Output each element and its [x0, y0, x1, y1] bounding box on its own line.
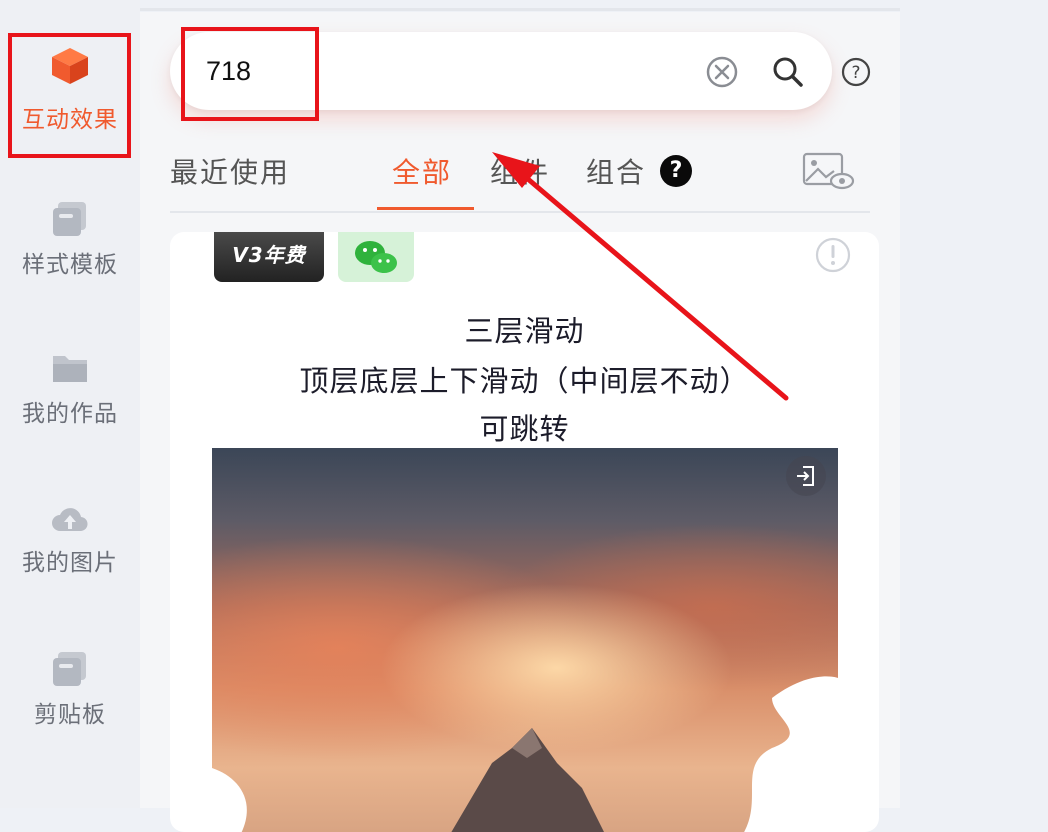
sidebar-item-my-images[interactable]: 我的图片 [0, 493, 140, 613]
enter-icon [797, 466, 814, 486]
sidebar-item-label: 我的图片 [22, 550, 118, 576]
sidebar-item-my-works[interactable]: 我的作品 [0, 344, 140, 464]
sidebar-item-interactive-effects[interactable]: 互动效果 [0, 38, 140, 158]
right-panel [900, 12, 1048, 808]
category-tabs: 最近使用 全部 组件 组合 ? [170, 145, 870, 213]
enter-button[interactable] [786, 456, 826, 496]
magnifier-icon[interactable] [770, 54, 806, 90]
sidebar-item-clipboard[interactable]: 剪贴板 [0, 645, 140, 765]
template-icon [53, 202, 86, 236]
effect-card[interactable]: V3年费 三层滑动 顶层底层上下滑动（中间层不动） 可跳转 [170, 232, 879, 832]
help-circle-icon[interactable]: ? [840, 56, 872, 88]
search-input[interactable] [204, 48, 688, 94]
active-tab-indicator [377, 207, 474, 210]
tab-components[interactable]: 组件 [490, 151, 550, 191]
clipboard-icon [53, 652, 86, 686]
v3-annual-badge: V3年费 [214, 232, 324, 282]
sidebar-item-label: 剪贴板 [34, 702, 106, 728]
tab-combinations[interactable]: 组合 [586, 151, 646, 191]
tab-help-badge[interactable]: ? [660, 155, 692, 187]
clear-circle-icon[interactable] [704, 54, 740, 90]
tab-all[interactable]: 全部 [392, 151, 452, 191]
sidebar-item-label: 我的作品 [22, 401, 118, 427]
sidebar: 互动效果 样式模板 我的作品 我的图片 剪贴板 [0, 0, 140, 808]
cloud-upload-icon [52, 508, 88, 532]
card-title-line-1: 三层滑动 [464, 314, 585, 348]
sidebar-item-label: 互动效果 [22, 107, 118, 133]
card-preview-image[interactable] [212, 448, 838, 832]
info-circle-icon[interactable] [814, 236, 852, 274]
sidebar-item-label: 样式模板 [22, 252, 118, 278]
svg-text:?: ? [851, 63, 860, 83]
search-bar [170, 32, 832, 110]
card-title-line-2: 顶层底层上下滑动（中间层不动） [299, 364, 750, 398]
tab-recent[interactable]: 最近使用 [170, 151, 290, 191]
image-preview-icon[interactable] [802, 151, 856, 191]
mountain-scene [212, 676, 838, 832]
cube-icon [52, 48, 88, 84]
card-title-line-3: 可跳转 [479, 412, 570, 446]
wechat-badge [338, 232, 414, 282]
wechat-icon [355, 241, 397, 273]
sidebar-item-style-templates[interactable]: 样式模板 [0, 195, 140, 315]
folder-icon [53, 356, 87, 382]
